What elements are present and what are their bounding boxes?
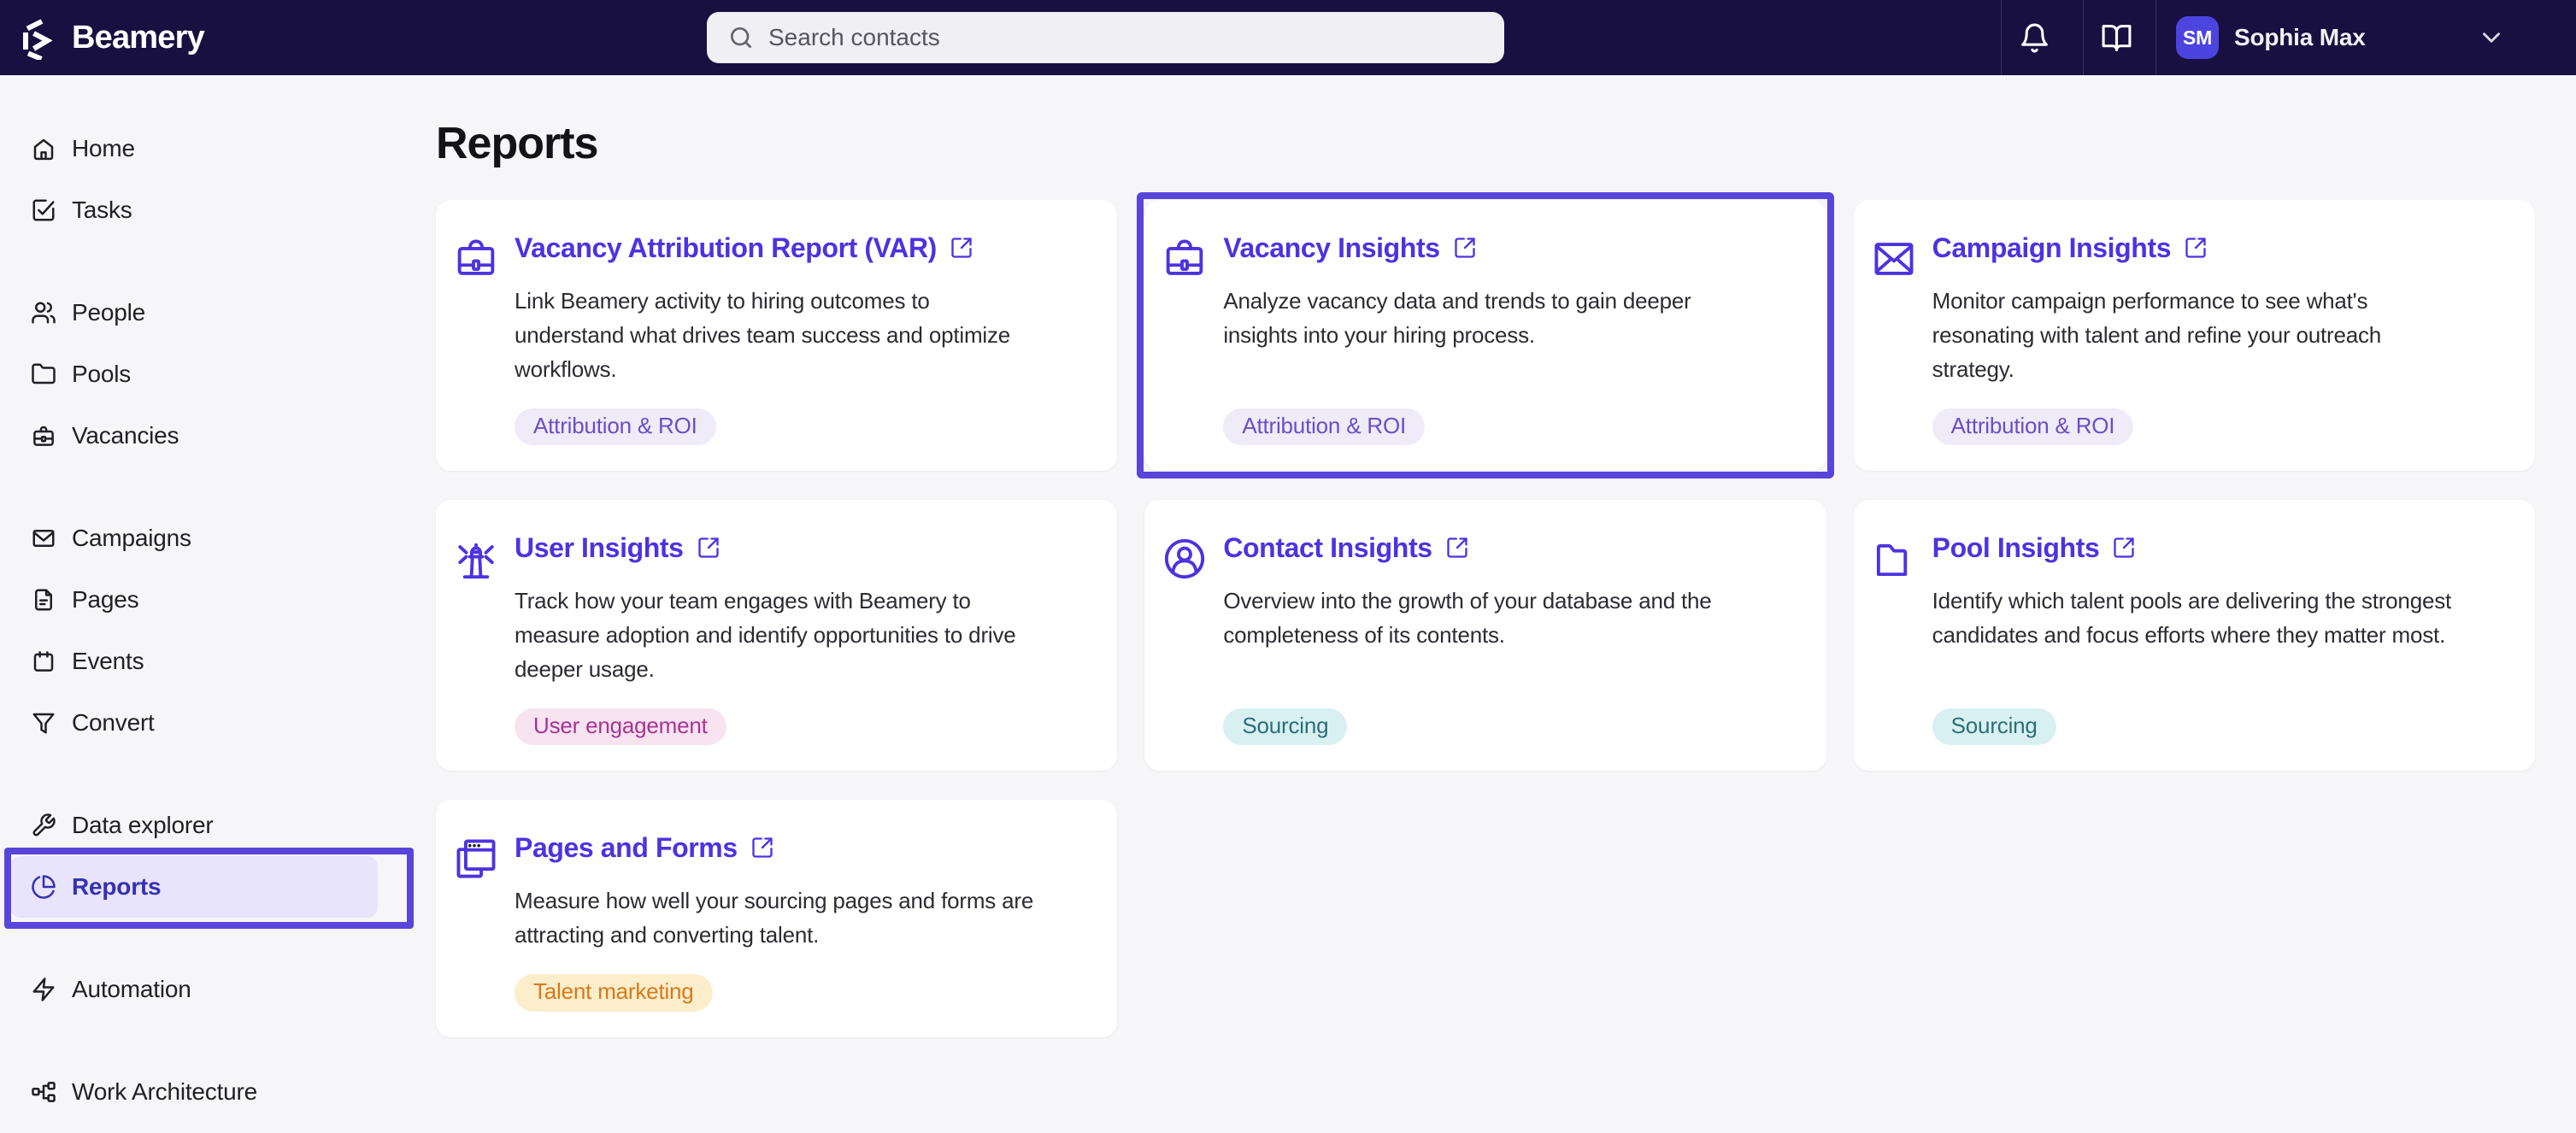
report-link-contact-insights[interactable]: Contact Insights: [1223, 531, 1432, 565]
report-link-pool-insights[interactable]: Pool Insights: [1932, 531, 2100, 565]
report-card-campaign-insights[interactable]: Campaign Insights Monitor campaign perfo…: [1853, 200, 2535, 472]
sidebar-item-work-architecture[interactable]: Work Architecture: [10, 1061, 378, 1123]
topbar-divider: [2083, 0, 2084, 75]
browser-windows-icon: [451, 834, 501, 888]
report-link-campaign-insights[interactable]: Campaign Insights: [1932, 231, 2172, 265]
external-link-icon: [2184, 236, 2208, 260]
sidebar-item-data-explorer[interactable]: Data explorer: [10, 795, 378, 856]
lightning-icon: [31, 977, 56, 1002]
category-badge: Talent marketing: [515, 974, 713, 1012]
sidebar: Home Tasks People Pools Vacancies Campai…: [0, 75, 436, 1133]
report-description: Link Beamery activity to hiring outcomes…: [515, 288, 1011, 382]
calendar-icon: [31, 649, 56, 674]
external-link-icon: [2112, 536, 2136, 560]
top-navigation-bar: Beamery SM Sophia Max: [0, 0, 2576, 75]
report-description: Overview into the growth of your databas…: [1223, 588, 1712, 649]
category-badge: Sourcing: [1223, 708, 1348, 746]
user-menu-button[interactable]: [2477, 0, 2506, 75]
sidebar-item-pools[interactable]: Pools: [10, 343, 378, 405]
report-card-pages-and-forms[interactable]: Pages and Forms Measure how well your so…: [436, 800, 1118, 1037]
topbar-divider: [2155, 0, 2156, 75]
sidebar-item-people[interactable]: People: [10, 282, 378, 343]
envelope-icon: [1869, 234, 1919, 288]
notifications-button[interactable]: [2019, 0, 2050, 75]
sidebar-item-tasks[interactable]: Tasks: [10, 179, 378, 241]
search-input[interactable]: [768, 24, 1484, 51]
report-card-pool-insights[interactable]: Pool Insights Identify which talent pool…: [1853, 500, 2535, 772]
report-card-grid: Vacancy Attribution Report (VAR) Link Be…: [436, 191, 2535, 1037]
report-description: Measure how well your sourcing pages and…: [515, 888, 1034, 948]
external-link-icon: [1453, 236, 1477, 260]
sidebar-item-convert[interactable]: Convert: [10, 692, 378, 754]
search-icon: [727, 24, 755, 51]
sidebar-item-home[interactable]: Home: [10, 118, 378, 179]
category-badge: Attribution & ROI: [1223, 408, 1426, 446]
briefcase-icon: [451, 234, 501, 288]
report-link-vacancy-attribution[interactable]: Vacancy Attribution Report (VAR): [515, 231, 937, 265]
envelope-icon: [31, 525, 56, 551]
beamery-wordmark: Beamery: [72, 19, 205, 56]
org-network-icon: [31, 1079, 56, 1105]
report-description: Analyze vacancy data and trends to gain …: [1223, 288, 1691, 348]
report-description: Identify which talent pools are deliveri…: [1932, 588, 2452, 649]
home-icon: [31, 136, 56, 161]
sidebar-item-pages[interactable]: Pages: [10, 569, 378, 631]
document-icon: [31, 587, 56, 613]
bell-icon: [2019, 22, 2050, 54]
funnel-icon: [31, 710, 56, 736]
page-title: Reports: [436, 119, 598, 168]
book-open-icon: [2101, 22, 2132, 54]
folder-icon: [1869, 534, 1919, 588]
sidebar-item-reports[interactable]: Reports: [4, 848, 414, 929]
sidebar-item-events[interactable]: Events: [10, 631, 378, 692]
beamery-logo-mark: [23, 19, 53, 60]
user-avatar[interactable]: SM: [2176, 16, 2219, 59]
chevron-down-icon: [2477, 23, 2506, 52]
report-link-user-insights[interactable]: User Insights: [515, 531, 684, 565]
category-badge: Sourcing: [1932, 708, 2056, 746]
wrench-icon: [31, 813, 56, 838]
report-card-user-insights[interactable]: User Insights Track how your team engage…: [436, 500, 1118, 772]
external-link-icon: [950, 236, 973, 260]
person-circle-icon: [1160, 534, 1209, 588]
report-card-vacancy-attribution[interactable]: Vacancy Attribution Report (VAR) Link Be…: [436, 200, 1118, 472]
global-search[interactable]: [707, 12, 1504, 63]
knowledge-base-button[interactable]: [2101, 0, 2132, 75]
report-card-contact-insights[interactable]: Contact Insights Overview into the growt…: [1144, 500, 1826, 772]
sidebar-item-campaigns[interactable]: Campaigns: [10, 508, 378, 569]
category-badge: Attribution & ROI: [1932, 408, 2134, 446]
user-name: Sophia Max: [2234, 24, 2366, 50]
external-link-icon: [750, 836, 774, 860]
report-description: Monitor campaign performance to see what…: [1932, 288, 2382, 382]
report-description: Track how your team engages with Beamery…: [515, 588, 1016, 683]
briefcase-icon: [31, 423, 56, 449]
beamery-logo[interactable]: Beamery: [19, 0, 205, 75]
tasks-icon: [31, 197, 56, 223]
people-icon: [31, 300, 56, 326]
sidebar-item-automation[interactable]: Automation: [10, 959, 378, 1020]
external-link-icon: [1445, 536, 1469, 560]
category-badge: Attribution & ROI: [515, 408, 716, 446]
category-badge: User engagement: [515, 708, 726, 746]
folder-icon: [31, 361, 56, 387]
lighthouse-icon: [451, 534, 501, 588]
external-link-icon: [697, 536, 720, 560]
sidebar-item-vacancies[interactable]: Vacancies: [10, 405, 378, 467]
topbar-divider: [2001, 0, 2002, 75]
report-link-pages-and-forms[interactable]: Pages and Forms: [515, 831, 738, 865]
report-link-vacancy-insights[interactable]: Vacancy Insights: [1223, 231, 1440, 265]
pie-chart-icon: [31, 874, 56, 900]
main-content: Reports Vacancy Attribution Report (VAR)…: [436, 75, 2576, 1133]
report-card-vacancy-insights[interactable]: Vacancy Insights Analyze vacancy data an…: [1137, 191, 1834, 479]
briefcase-icon: [1160, 234, 1209, 288]
